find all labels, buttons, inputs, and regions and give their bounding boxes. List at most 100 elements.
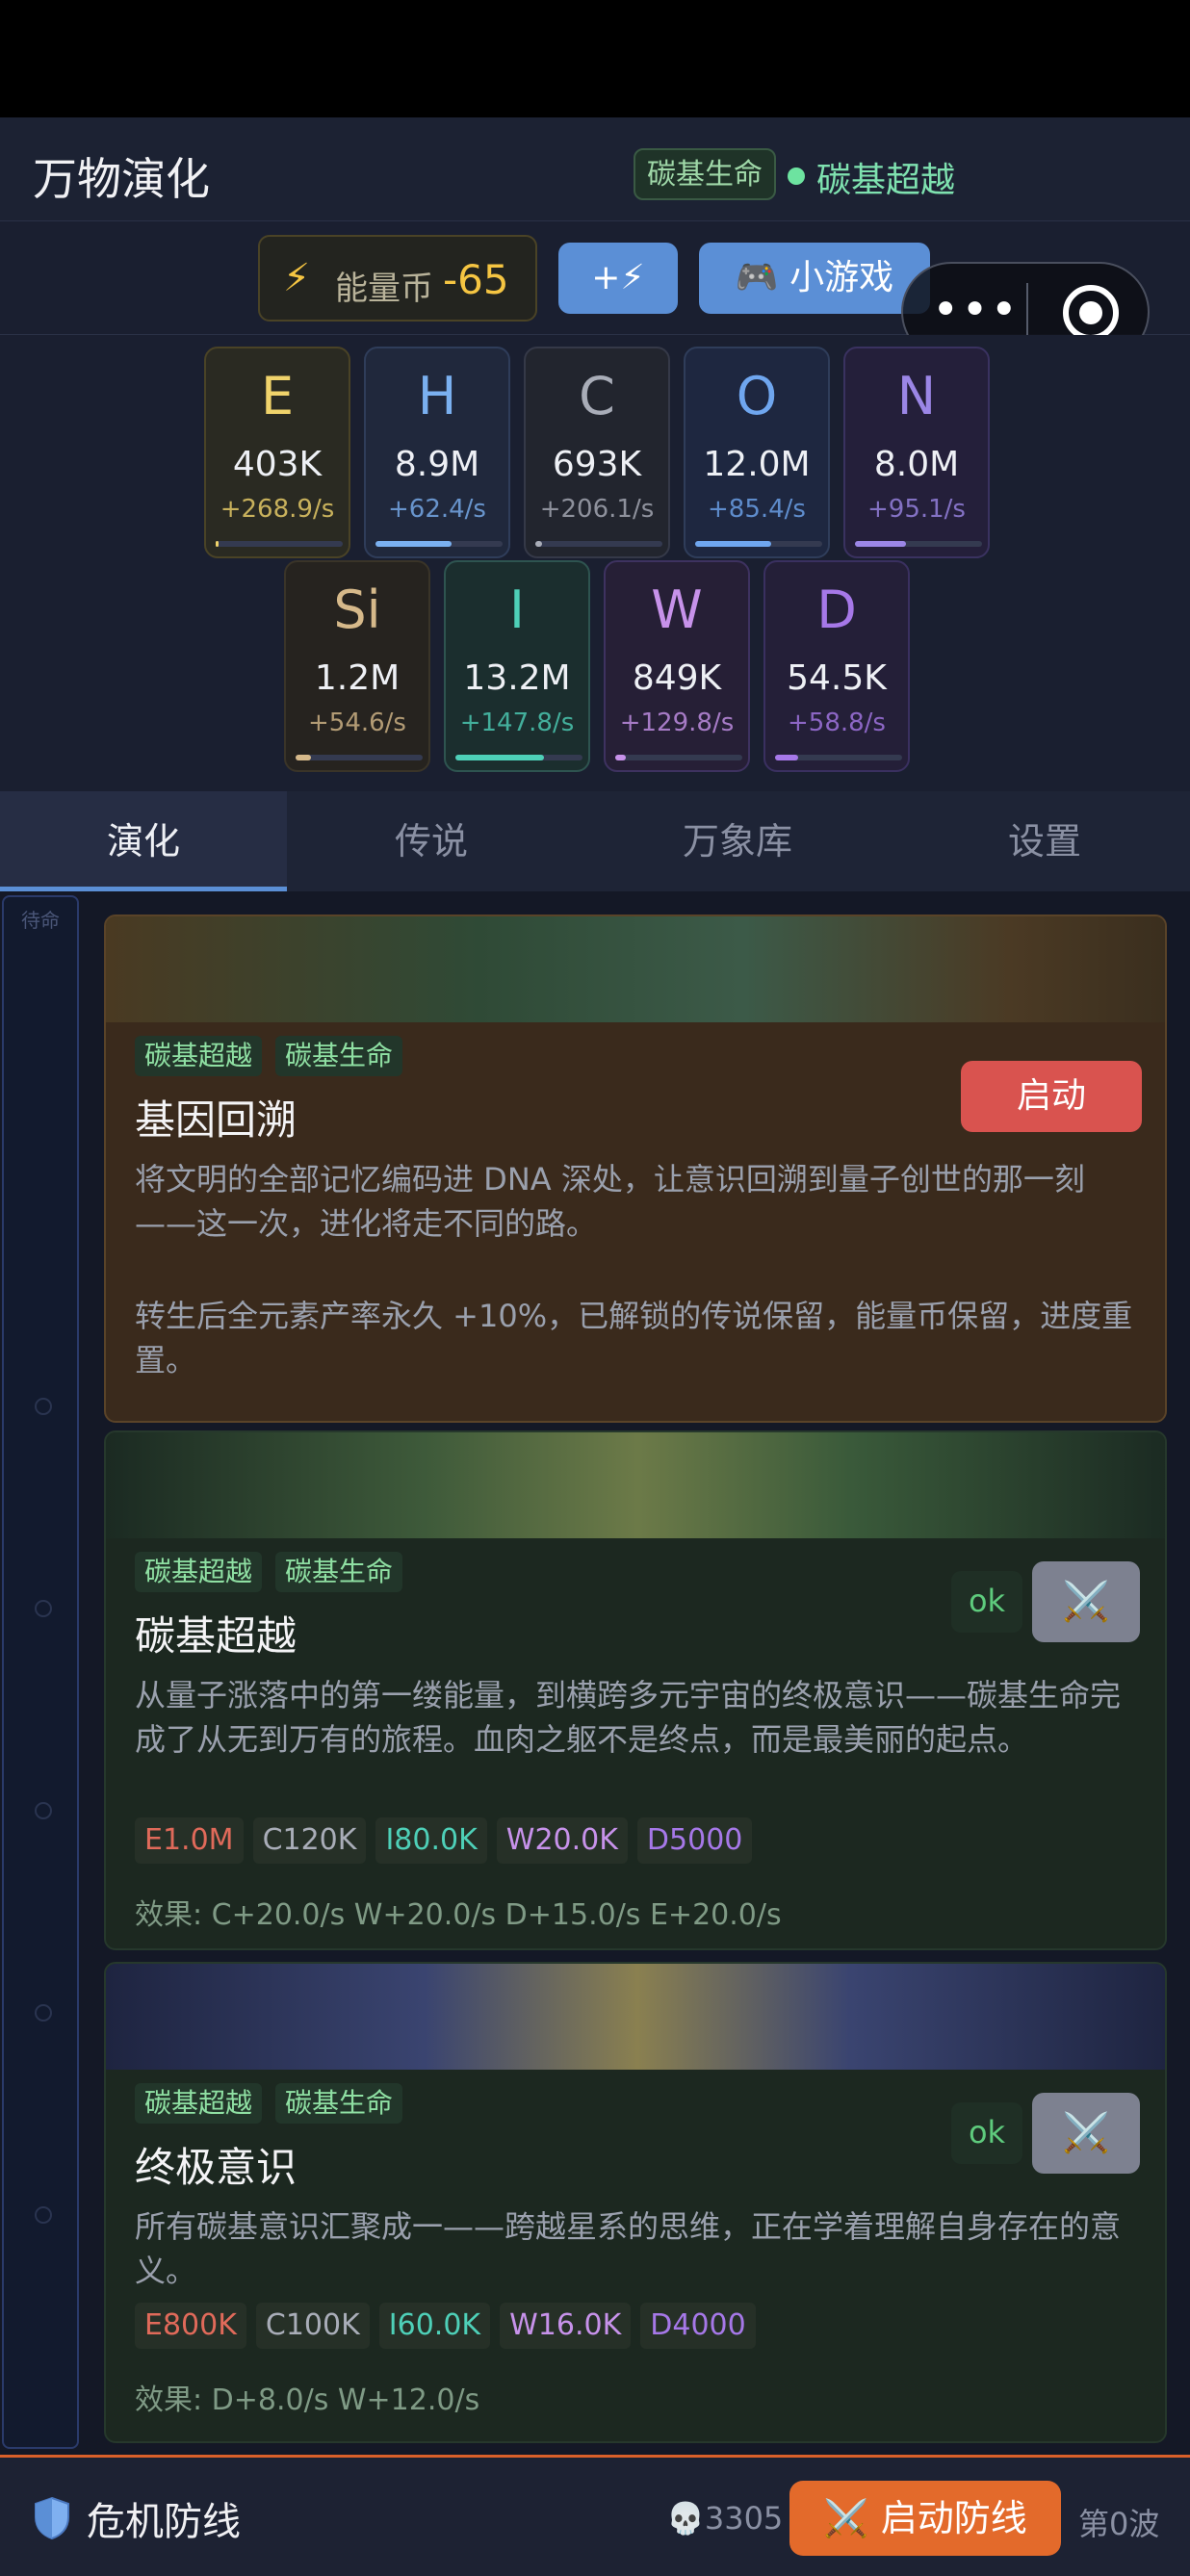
card-description: 将文明的全部记忆编码进 DNA 深处，让意识回溯到量子创世的那一刻——这一次，进… xyxy=(135,1161,1085,1242)
energy-label: 能量币 xyxy=(335,270,433,308)
era-status-dot xyxy=(788,167,805,185)
element-progress xyxy=(216,541,343,547)
tag: 碳基超越 xyxy=(135,1552,263,1592)
card-effect: 效果: D+8.0/s W+12.0/s xyxy=(135,2383,480,2417)
element-symbol: I xyxy=(509,580,525,640)
element-card-i[interactable]: I 13.2M +147.8/s xyxy=(444,560,590,772)
evolution-list[interactable]: 待命 碳基超越 碳基生命 基因回溯 启动 将文明的全部记忆编码进 DNA 深处，… xyxy=(0,891,1190,2455)
element-progress xyxy=(535,541,662,547)
more-icon[interactable]: ••• xyxy=(932,283,1020,337)
element-progress xyxy=(775,755,902,760)
element-progress-fill xyxy=(775,755,798,760)
element-rate: +85.4/s xyxy=(708,495,806,524)
rail-dot xyxy=(35,1802,52,1819)
close-icon[interactable] xyxy=(1063,285,1119,341)
element-card-w[interactable]: W 849K +129.8/s xyxy=(604,560,750,772)
ok-status: ok xyxy=(951,1571,1022,1633)
rebirth-card: 碳基超越 碳基生命 基因回溯 启动 将文明的全部记忆编码进 DNA 深处，让意识… xyxy=(104,914,1167,1423)
cost-chip: I60.0K xyxy=(378,2303,491,2349)
card-effect: 效果: C+20.0/s W+20.0/s D+15.0/s E+20.0/s xyxy=(135,1898,782,1932)
element-card-n[interactable]: N 8.0M +95.1/s xyxy=(843,347,990,558)
element-progress xyxy=(296,755,423,760)
element-card-d[interactable]: D 54.5K +58.8/s xyxy=(763,560,910,772)
element-card-o[interactable]: O 12.0M +85.4/s xyxy=(684,347,830,558)
start-defense-button[interactable]: ⚔️ 启动防线 xyxy=(789,2481,1061,2556)
element-card-si[interactable]: Si 1.2M +54.6/s xyxy=(284,560,430,772)
element-card-h[interactable]: H 8.9M +62.4/s xyxy=(364,347,510,558)
element-amount: 849K xyxy=(632,658,722,698)
element-symbol: N xyxy=(896,366,937,426)
element-rate: +129.8/s xyxy=(619,708,735,737)
cost-chip: W16.0K xyxy=(500,2303,632,2349)
card-banner xyxy=(106,1432,1165,1538)
card-tags: 碳基超越 碳基生命 xyxy=(135,1552,403,1592)
lightning-icon: ⚡ xyxy=(283,256,311,300)
element-symbol: C xyxy=(579,366,615,426)
element-rate: +62.4/s xyxy=(388,495,486,524)
page-title: 万物演化 xyxy=(33,153,210,205)
buy-energy-button[interactable]: +⚡ xyxy=(558,243,678,314)
element-symbol: D xyxy=(816,580,857,640)
tab-library[interactable]: 万象库 xyxy=(576,791,899,891)
rail-dot xyxy=(35,2206,52,2224)
element-progress xyxy=(615,755,742,760)
swords-icon[interactable]: ⚔️ xyxy=(1032,2093,1140,2174)
cost-chip: E800K xyxy=(135,2303,246,2349)
cost-chip: E1.0M xyxy=(135,1817,244,1864)
swords-icon[interactable]: ⚔️ xyxy=(1032,1561,1140,1642)
element-symbol: O xyxy=(736,366,778,426)
defense-bar: 危机防线 💀3305 ⚔️ 启动防线 第0波 xyxy=(0,2455,1190,2576)
element-rate: +268.9/s xyxy=(220,495,335,524)
card-title: 碳基超越 xyxy=(135,1612,298,1660)
element-progress-fill xyxy=(216,541,219,547)
element-progress-fill xyxy=(615,755,626,760)
element-amount: 403K xyxy=(232,445,323,484)
tab-legends[interactable]: 传说 xyxy=(287,791,576,891)
element-progress xyxy=(855,541,982,547)
current-era: 碳基超越 xyxy=(816,161,956,200)
tab-bar: 演化 传说 万象库 设置 xyxy=(0,791,1190,891)
cost-chip: D4000 xyxy=(640,2303,756,2349)
card-title: 终极意识 xyxy=(135,2144,298,2191)
element-amount: 54.5K xyxy=(787,658,887,698)
cost-chip: W20.0K xyxy=(496,1817,628,1864)
element-rate: +147.8/s xyxy=(459,708,575,737)
rail-dot xyxy=(35,1600,52,1617)
side-rail-label: 待命 xyxy=(21,909,60,932)
cost-chip: C100K xyxy=(255,2303,370,2349)
card-effect-description: 转生后全元素产率永久 +10%，已解锁的传说保留，能量币保留，进度重置。 xyxy=(135,1298,1133,1378)
element-card-c[interactable]: C 693K +206.1/s xyxy=(524,347,670,558)
element-rate: +58.8/s xyxy=(788,708,886,737)
mini-game-button[interactable]: 🎮 小游戏 xyxy=(699,243,930,314)
element-amount: 12.0M xyxy=(703,445,811,484)
wave-counter: 第0波 xyxy=(1078,2506,1160,2542)
card-description: 从量子涨落中的第一缕能量，到横跨多元宇宙的终极意识——碳基生命完成了从无到万有的… xyxy=(135,1677,1122,1758)
app-header: 万物演化 碳基生命 碳基超越 xyxy=(0,117,1190,221)
cost-list: E800K C100K I60.0K W16.0K D4000 xyxy=(135,2303,756,2349)
element-progress-fill xyxy=(855,541,906,547)
cost-list: E1.0M C120K I80.0K W20.0K D5000 xyxy=(135,1817,753,1864)
tab-settings[interactable]: 设置 xyxy=(899,791,1190,891)
tag: 碳基生命 xyxy=(275,2083,403,2124)
tag: 碳基生命 xyxy=(275,1036,403,1076)
era-tag: 碳基生命 xyxy=(634,148,776,200)
tag: 碳基超越 xyxy=(135,2083,263,2124)
ok-status: ok xyxy=(951,2102,1022,2164)
element-card-e[interactable]: E 403K +268.9/s xyxy=(204,347,350,558)
defense-title: 危机防线 xyxy=(87,2500,241,2544)
element-symbol: W xyxy=(651,580,703,640)
element-progress xyxy=(375,541,503,547)
launch-button[interactable]: 启动 xyxy=(961,1061,1142,1132)
element-rate: +54.6/s xyxy=(308,708,406,737)
tab-evolution[interactable]: 演化 xyxy=(0,791,287,891)
element-progress-fill xyxy=(455,755,544,760)
element-amount: 8.9M xyxy=(394,445,480,484)
card-tags: 碳基超越 碳基生命 xyxy=(135,1036,403,1076)
capsule-divider xyxy=(1026,283,1028,343)
element-amount: 693K xyxy=(552,445,642,484)
card-title: 基因回溯 xyxy=(135,1096,298,1144)
energy-display: ⚡ 能量币 -65 xyxy=(258,235,537,322)
element-grid: E 403K +268.9/s H 8.9M +62.4/s C 693K +206.1/s O 1… xyxy=(0,335,1190,791)
cost-chip: D5000 xyxy=(636,1817,753,1864)
element-progress xyxy=(695,541,822,547)
